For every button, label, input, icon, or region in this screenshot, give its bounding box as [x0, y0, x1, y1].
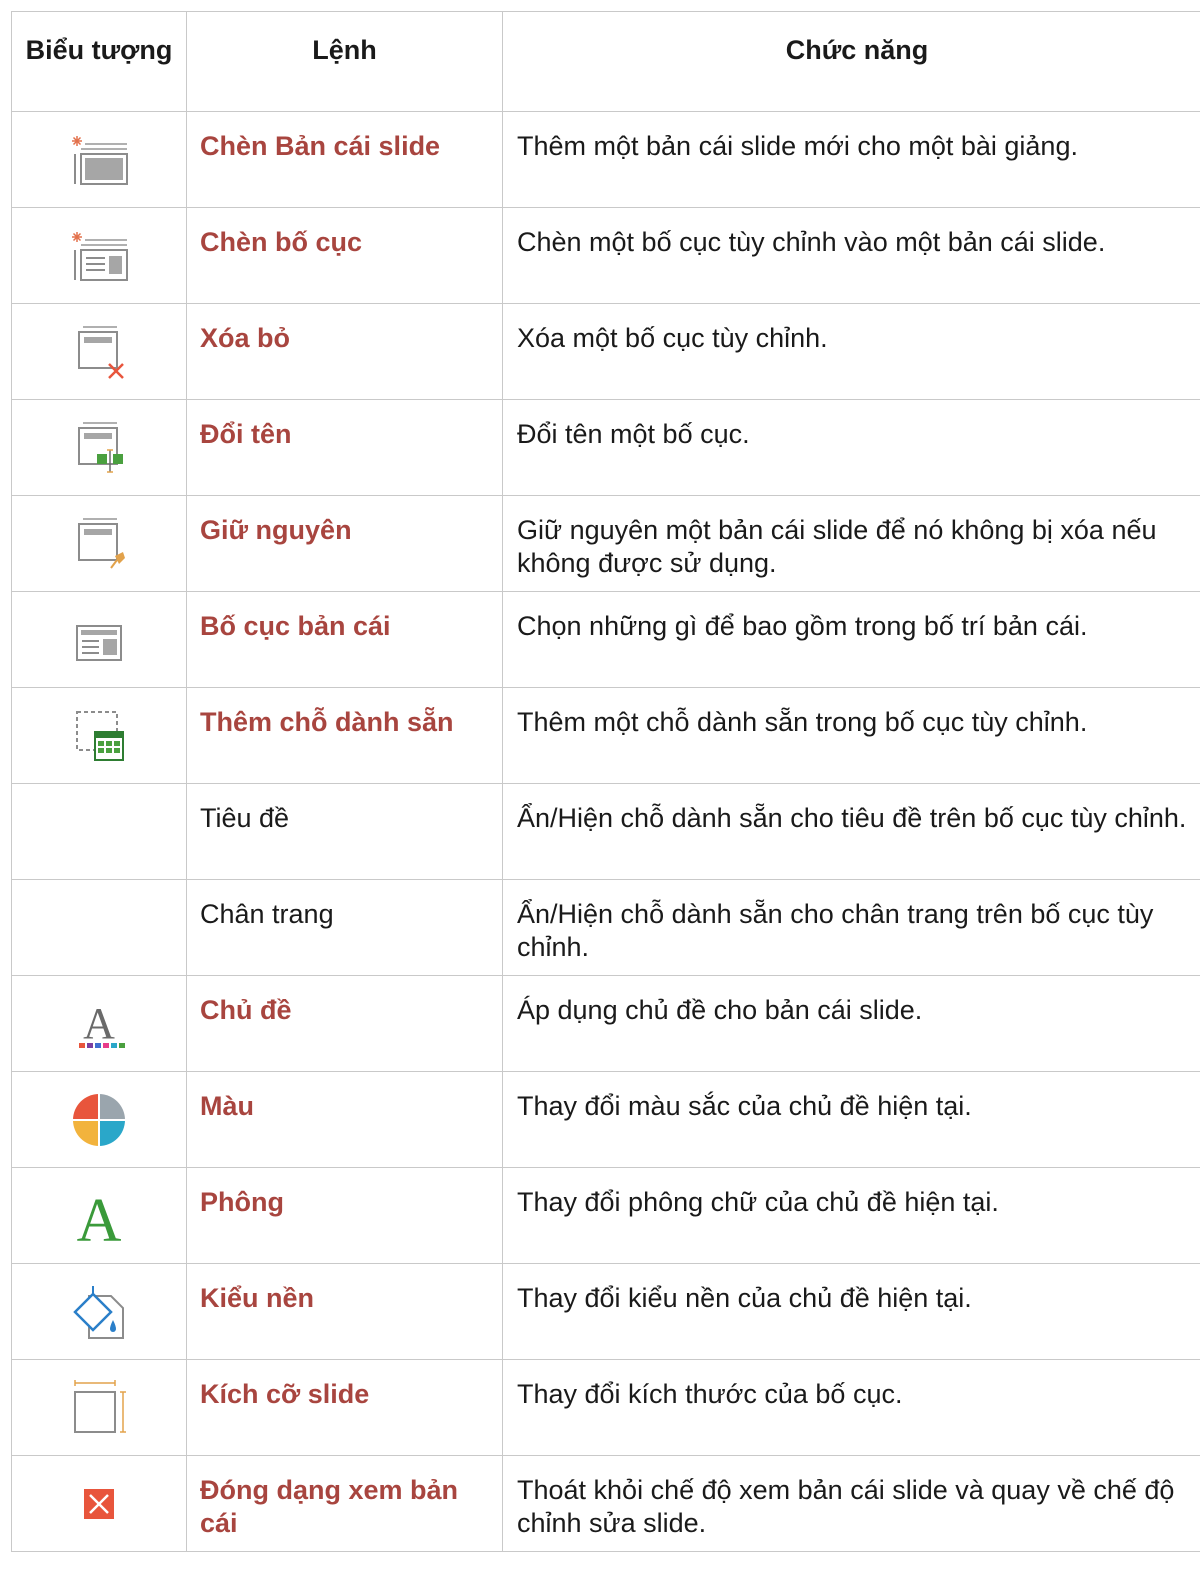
command-label: Đóng dạng xem bản cái: [186, 1455, 503, 1552]
master-layout-icon[interactable]: [67, 612, 131, 668]
command-label: Chủ đề: [186, 975, 503, 1072]
command-label: Bố cục bản cái: [186, 591, 503, 688]
command-label: Chân trang: [186, 879, 503, 976]
table-row: A Phông Thay đổi phông chữ của chủ đề hi…: [11, 1167, 1200, 1264]
themes-icon[interactable]: A: [67, 996, 131, 1052]
header-command: Lệnh: [186, 11, 503, 112]
function-text: Chọn những gì để bao gồm trong bố trí bả…: [502, 591, 1200, 688]
function-text: Ẩn/Hiện chỗ dành sẵn cho tiêu đề trên bố…: [502, 783, 1200, 880]
command-label: Kiểu nền: [186, 1263, 503, 1360]
insert-layout-icon[interactable]: [67, 228, 131, 284]
table-row: Bố cục bản cái Chọn những gì để bao gồm …: [11, 591, 1200, 688]
insert-slide-master-icon[interactable]: [67, 132, 131, 188]
colors-icon[interactable]: [67, 1092, 131, 1148]
background-styles-icon[interactable]: [67, 1284, 131, 1340]
header-row: Biểu tượng Lệnh Chức năng: [11, 11, 1200, 112]
function-text: Thay đổi màu sắc của chủ đề hiện tại.: [502, 1071, 1200, 1168]
function-text: Giữ nguyên một bản cái slide để nó không…: [502, 495, 1200, 592]
table-row: Kích cỡ slide Thay đổi kích thước của bố…: [11, 1359, 1200, 1456]
table-row: Chân trang Ẩn/Hiện chỗ dành sẵn cho chân…: [11, 879, 1200, 976]
command-table: Biểu tượng Lệnh Chức năng Chèn Bản cái s…: [11, 11, 1200, 1552]
svg-text:A: A: [77, 1188, 122, 1244]
table-row: Xóa bỏ Xóa một bố cục tùy chỉnh.: [11, 303, 1200, 400]
function-text: Thêm một bản cái slide mới cho một bài g…: [502, 111, 1200, 208]
command-label: Xóa bỏ: [186, 303, 503, 400]
header-icon: Biểu tượng: [11, 11, 187, 112]
delete-layout-icon[interactable]: [67, 324, 131, 380]
command-label: Tiêu đề: [186, 783, 503, 880]
fonts-icon[interactable]: A: [67, 1188, 131, 1244]
command-label: Thêm chỗ dành sẵn: [186, 687, 503, 784]
function-text: Xóa một bố cục tùy chỉnh.: [502, 303, 1200, 400]
svg-text:A: A: [83, 999, 115, 1048]
preserve-pin-icon[interactable]: [67, 516, 131, 572]
function-text: Thay đổi phông chữ của chủ đề hiện tại.: [502, 1167, 1200, 1264]
table-row: Chèn Bản cái slide Thêm một bản cái slid…: [11, 111, 1200, 208]
rename-layout-icon[interactable]: [67, 420, 131, 476]
command-label: Chèn bố cục: [186, 207, 503, 304]
command-label: Chèn Bản cái slide: [186, 111, 503, 208]
function-text: Đổi tên một bố cục.: [502, 399, 1200, 496]
command-label: Màu: [186, 1071, 503, 1168]
close-master-view-icon[interactable]: [67, 1476, 131, 1532]
function-text: Chèn một bố cục tùy chỉnh vào một bản cá…: [502, 207, 1200, 304]
command-label: Kích cỡ slide: [186, 1359, 503, 1456]
command-label: Phông: [186, 1167, 503, 1264]
table-row: Chèn bố cục Chèn một bố cục tùy chỉnh và…: [11, 207, 1200, 304]
function-text: Thay đổi kiểu nền của chủ đề hiện tại.: [502, 1263, 1200, 1360]
table-row: Màu Thay đổi màu sắc của chủ đề hiện tại…: [11, 1071, 1200, 1168]
function-text: Thêm một chỗ dành sẵn trong bố cục tùy c…: [502, 687, 1200, 784]
command-label: Đổi tên: [186, 399, 503, 496]
table-row: A Chủ đề Áp dụng chủ đề cho bản cái slid…: [11, 975, 1200, 1072]
function-text: Ẩn/Hiện chỗ dành sẵn cho chân trang trên…: [502, 879, 1200, 976]
slide-size-icon[interactable]: [67, 1380, 131, 1436]
table-row: Giữ nguyên Giữ nguyên một bản cái slide …: [11, 495, 1200, 592]
table-row: Thêm chỗ dành sẵn Thêm một chỗ dành sẵn …: [11, 687, 1200, 784]
header-function: Chức năng: [502, 11, 1200, 112]
function-text: Thay đổi kích thước của bố cục.: [502, 1359, 1200, 1456]
command-label: Giữ nguyên: [186, 495, 503, 592]
table-row: Đổi tên Đổi tên một bố cục.: [11, 399, 1200, 496]
table-row: Tiêu đề Ẩn/Hiện chỗ dành sẵn cho tiêu đề…: [11, 783, 1200, 880]
insert-placeholder-icon[interactable]: [67, 708, 131, 764]
table-row: Kiểu nền Thay đổi kiểu nền của chủ đề hi…: [11, 1263, 1200, 1360]
function-text: Áp dụng chủ đề cho bản cái slide.: [502, 975, 1200, 1072]
table-row: Đóng dạng xem bản cái Thoát khỏi chế độ …: [11, 1455, 1200, 1552]
function-text: Thoát khỏi chế độ xem bản cái slide và q…: [502, 1455, 1200, 1552]
